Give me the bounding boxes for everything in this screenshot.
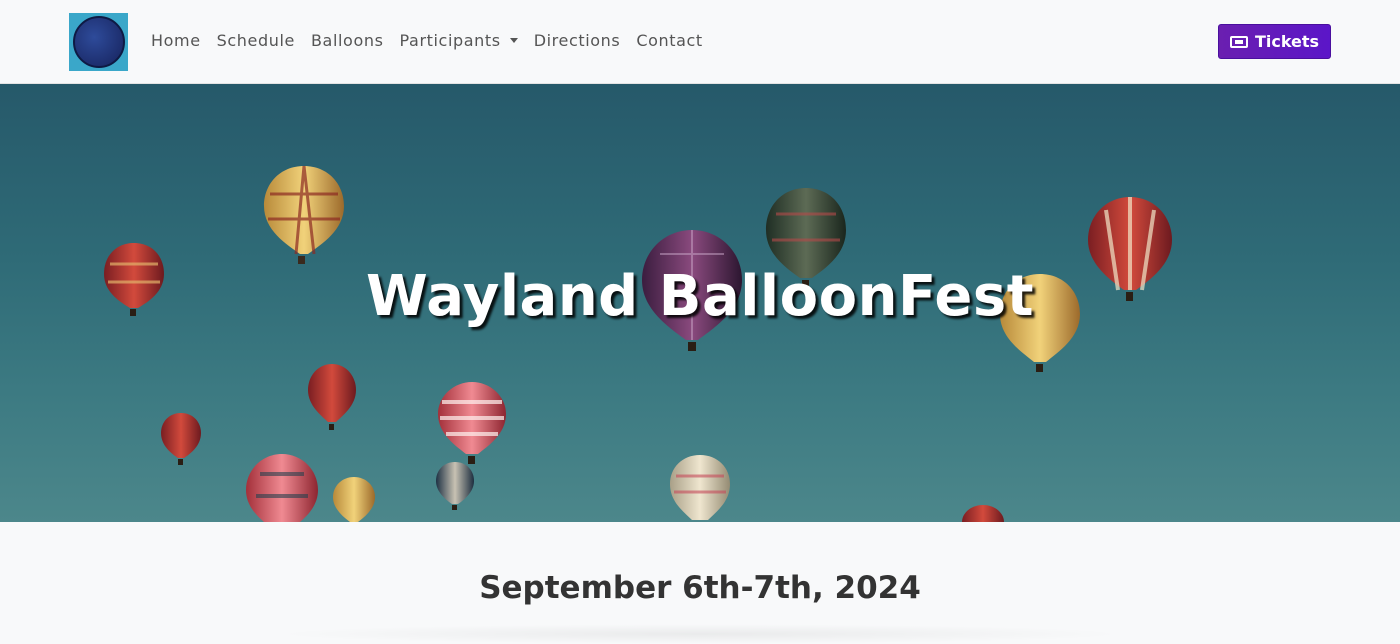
nav-item-schedule[interactable]: Schedule (217, 30, 295, 52)
nav-item-home[interactable]: Home (151, 30, 201, 52)
balloon-logo-icon[interactable] (69, 13, 128, 71)
balloon-10 (246, 454, 318, 522)
balloon-14 (962, 505, 1004, 522)
balloon-12 (436, 462, 474, 510)
hero-title: Wayland BalloonFest (365, 264, 1035, 329)
tickets-button[interactable]: Tickets (1218, 24, 1331, 59)
nav-item-balloons[interactable]: Balloons (311, 30, 384, 52)
event-dates-heading: September 6th-7th, 2024 (479, 570, 921, 606)
balloon-13 (670, 455, 730, 520)
balloon-9 (161, 413, 201, 465)
nav-item-directions[interactable]: Directions (534, 30, 621, 52)
logo-emblem (72, 16, 125, 68)
balloon-7 (308, 364, 356, 430)
balloon-8 (438, 382, 506, 464)
navbar: Home Schedule Balloons Participants Dire… (0, 0, 1400, 84)
balloon-1 (264, 165, 344, 264)
nav-item-contact[interactable]: Contact (636, 30, 702, 52)
nav-item-participants-label: Participants (399, 31, 501, 50)
section-divider-shadow (270, 624, 1130, 644)
ticket-icon (1229, 35, 1248, 48)
tickets-button-label: Tickets (1254, 32, 1320, 51)
event-date-section: September 6th-7th, 2024 (0, 522, 1400, 644)
hero-banner: Wayland BalloonFest (0, 84, 1400, 522)
balloon-11 (333, 477, 375, 522)
nav-links: Home Schedule Balloons Participants Dire… (151, 30, 719, 52)
caret-down-icon (509, 38, 518, 43)
nav-item-participants[interactable]: Participants (400, 30, 518, 52)
